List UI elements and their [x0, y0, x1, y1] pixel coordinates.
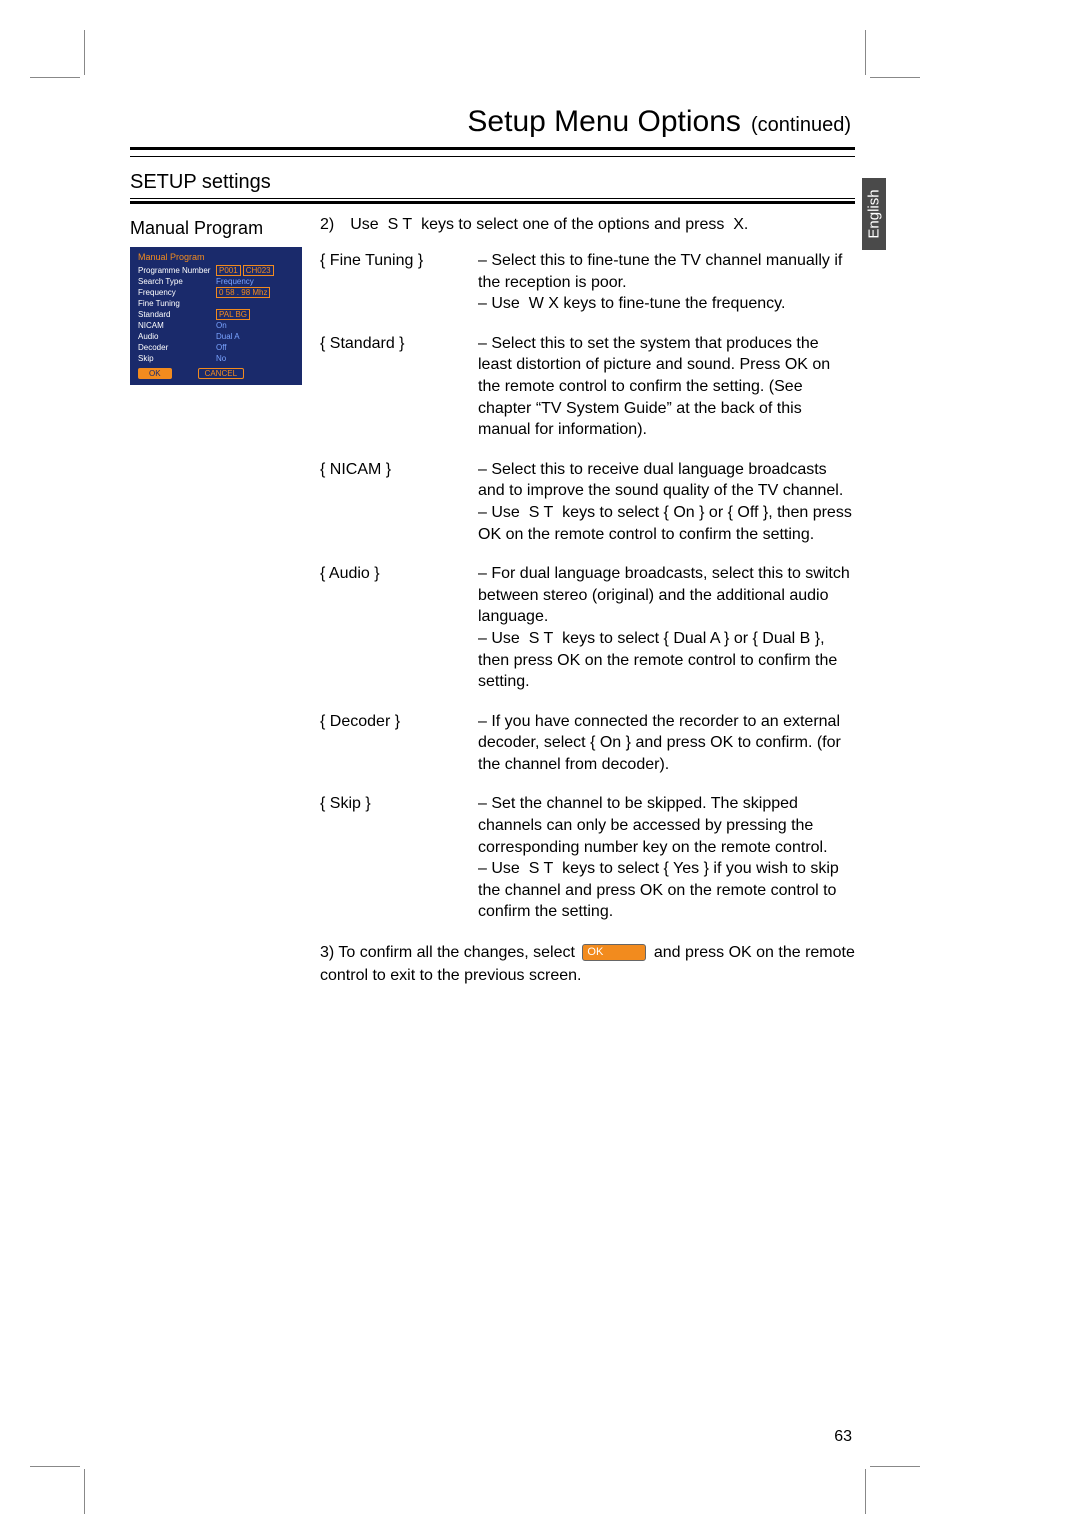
step-3-confirm: 3) To confirm all the changes, select OK…	[320, 941, 855, 987]
option-audio: { Audio } – For dual language broadcasts…	[320, 563, 855, 693]
option-nicam: { NICAM } – Select this to receive dual …	[320, 459, 855, 545]
page-title: Setup Menu Options(continued)	[130, 105, 855, 139]
language-tab: English	[862, 178, 886, 250]
osd-title: Manual Program	[132, 249, 300, 265]
ok-chip-icon: OK	[582, 944, 646, 961]
section-title: SETUP settings	[130, 171, 855, 194]
step-2-intro: 2) Use S T keys to select one of the opt…	[320, 216, 855, 234]
left-heading: Manual Program	[130, 218, 310, 239]
option-skip: { Skip } – Set the channel to be skipped…	[320, 793, 855, 923]
page-number: 63	[834, 1428, 852, 1446]
osd-preview: Manual Program Programme Number P001CH02…	[130, 247, 302, 385]
option-fine-tuning: { Fine Tuning } – Select this to fine-tu…	[320, 250, 855, 315]
osd-ok-button: OK	[138, 368, 172, 380]
option-standard: { Standard } – Select this to set the sy…	[320, 333, 855, 441]
osd-cancel-button: CANCEL	[198, 368, 244, 380]
option-decoder: { Decoder } – If you have connected the …	[320, 711, 855, 776]
